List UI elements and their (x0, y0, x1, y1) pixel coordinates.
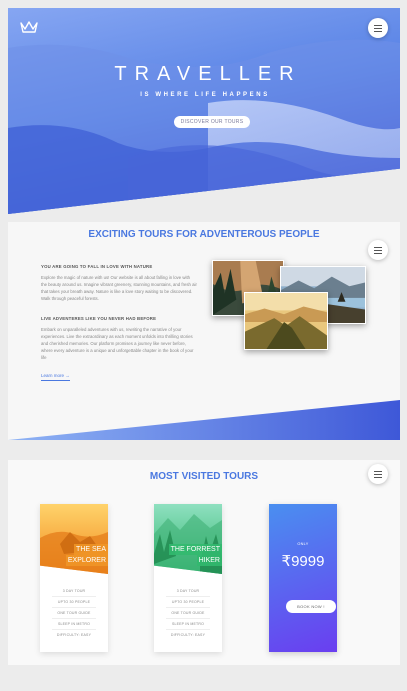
price-only-label: ONLY (297, 542, 309, 546)
feature-duration: 3 DAY TOUR (52, 586, 96, 597)
hamburger-icon[interactable] (368, 464, 388, 484)
tour-card-title: THE SEA EXPLORER (65, 544, 108, 566)
discover-tours-button[interactable]: DISCOVER OUR TOURS (174, 116, 250, 128)
tour-card-title-line1: THE FORREST (168, 544, 222, 555)
menu-line (374, 252, 382, 254)
hero-title: TRAVELLER (114, 63, 302, 85)
menu-line (374, 476, 382, 478)
tour-card-features: 3 DAY TOUR UPTO 30 PEOPLE ONE TOUR GUIDE… (40, 586, 108, 641)
price-card: ONLY ₹9999 BOOK NOW ! (269, 504, 337, 652)
tour-card-title-line1: THE SEA (74, 544, 108, 555)
about-paragraph-adventures: Embark on unparalleled adventures with u… (41, 327, 194, 361)
feature-duration: 3 DAY TOUR (166, 586, 210, 597)
about-paragraph-nature: Explore the magic of nature with us! Our… (41, 275, 197, 302)
crown-icon[interactable] (20, 20, 38, 34)
menu-line (374, 473, 382, 475)
hamburger-icon[interactable] (368, 240, 388, 260)
about-heading-nature: YOU ARE GOING TO FALL IN LOVE WITH NATUR… (41, 264, 153, 269)
menu-line (374, 24, 382, 26)
about-title: EXCITING TOURS FOR ADVENTEROUS PEOPLE (88, 229, 320, 240)
menu-line (374, 249, 382, 251)
about-section: EXCITING TOURS FOR ADVENTEROUS PEOPLE YO… (8, 222, 400, 440)
tour-card-title-line2: HIKER (196, 555, 222, 566)
price-value: ₹9999 (281, 553, 325, 570)
tour-card-title: THE FORREST HIKER (168, 544, 222, 566)
hamburger-icon[interactable] (368, 18, 388, 38)
feature-guide: ONE TOUR GUIDE (166, 608, 210, 619)
tours-section: MOST VISITED TOURS THE SEA EXPLORER 3 DA… (8, 460, 400, 665)
feature-guide: ONE TOUR GUIDE (52, 608, 96, 619)
about-heading-adventures: LIVE ADVENTERES LIKE YOU NEVER HAD BEFOR… (41, 316, 157, 321)
page: TRAVELLER IS WHERE LIFE HAPPENS DISCOVER… (0, 0, 407, 691)
menu-line (374, 470, 382, 472)
feature-difficulty: DIFFICULTY: EASY (56, 633, 92, 637)
menu-line (374, 246, 382, 248)
tour-card-features: 3 DAY TOUR UPTO 30 PEOPLE ONE TOUR GUIDE… (154, 586, 222, 641)
tour-card-forrest-hiker[interactable]: THE FORREST HIKER 3 DAY TOUR UPTO 30 PEO… (154, 504, 222, 652)
menu-line (374, 30, 382, 32)
feature-sleep: SLEEP IN METRO (52, 619, 96, 630)
tours-title: MOST VISITED TOURS (149, 471, 259, 482)
tour-card-title-line2: EXPLORER (65, 555, 108, 566)
feature-sleep: SLEEP IN METRO (166, 619, 210, 630)
hero-background-image (8, 8, 400, 214)
feature-capacity: UPTO 30 PEOPLE (52, 597, 96, 608)
book-now-button[interactable]: BOOK NOW ! (286, 600, 336, 613)
menu-line (374, 27, 382, 29)
feature-difficulty: DIFFICULTY: EASY (170, 633, 206, 637)
hero-subtitle: IS WHERE LIFE HAPPENS (140, 92, 270, 98)
learn-more-link[interactable]: Learn more → (41, 373, 70, 381)
feature-capacity: UPTO 30 PEOPLE (166, 597, 210, 608)
photo-sunset-ridge (244, 292, 328, 350)
tour-card-sea-explorer[interactable]: THE SEA EXPLORER 3 DAY TOUR UPTO 30 PEOP… (40, 504, 108, 652)
hero-section: TRAVELLER IS WHERE LIFE HAPPENS DISCOVER… (8, 8, 400, 214)
